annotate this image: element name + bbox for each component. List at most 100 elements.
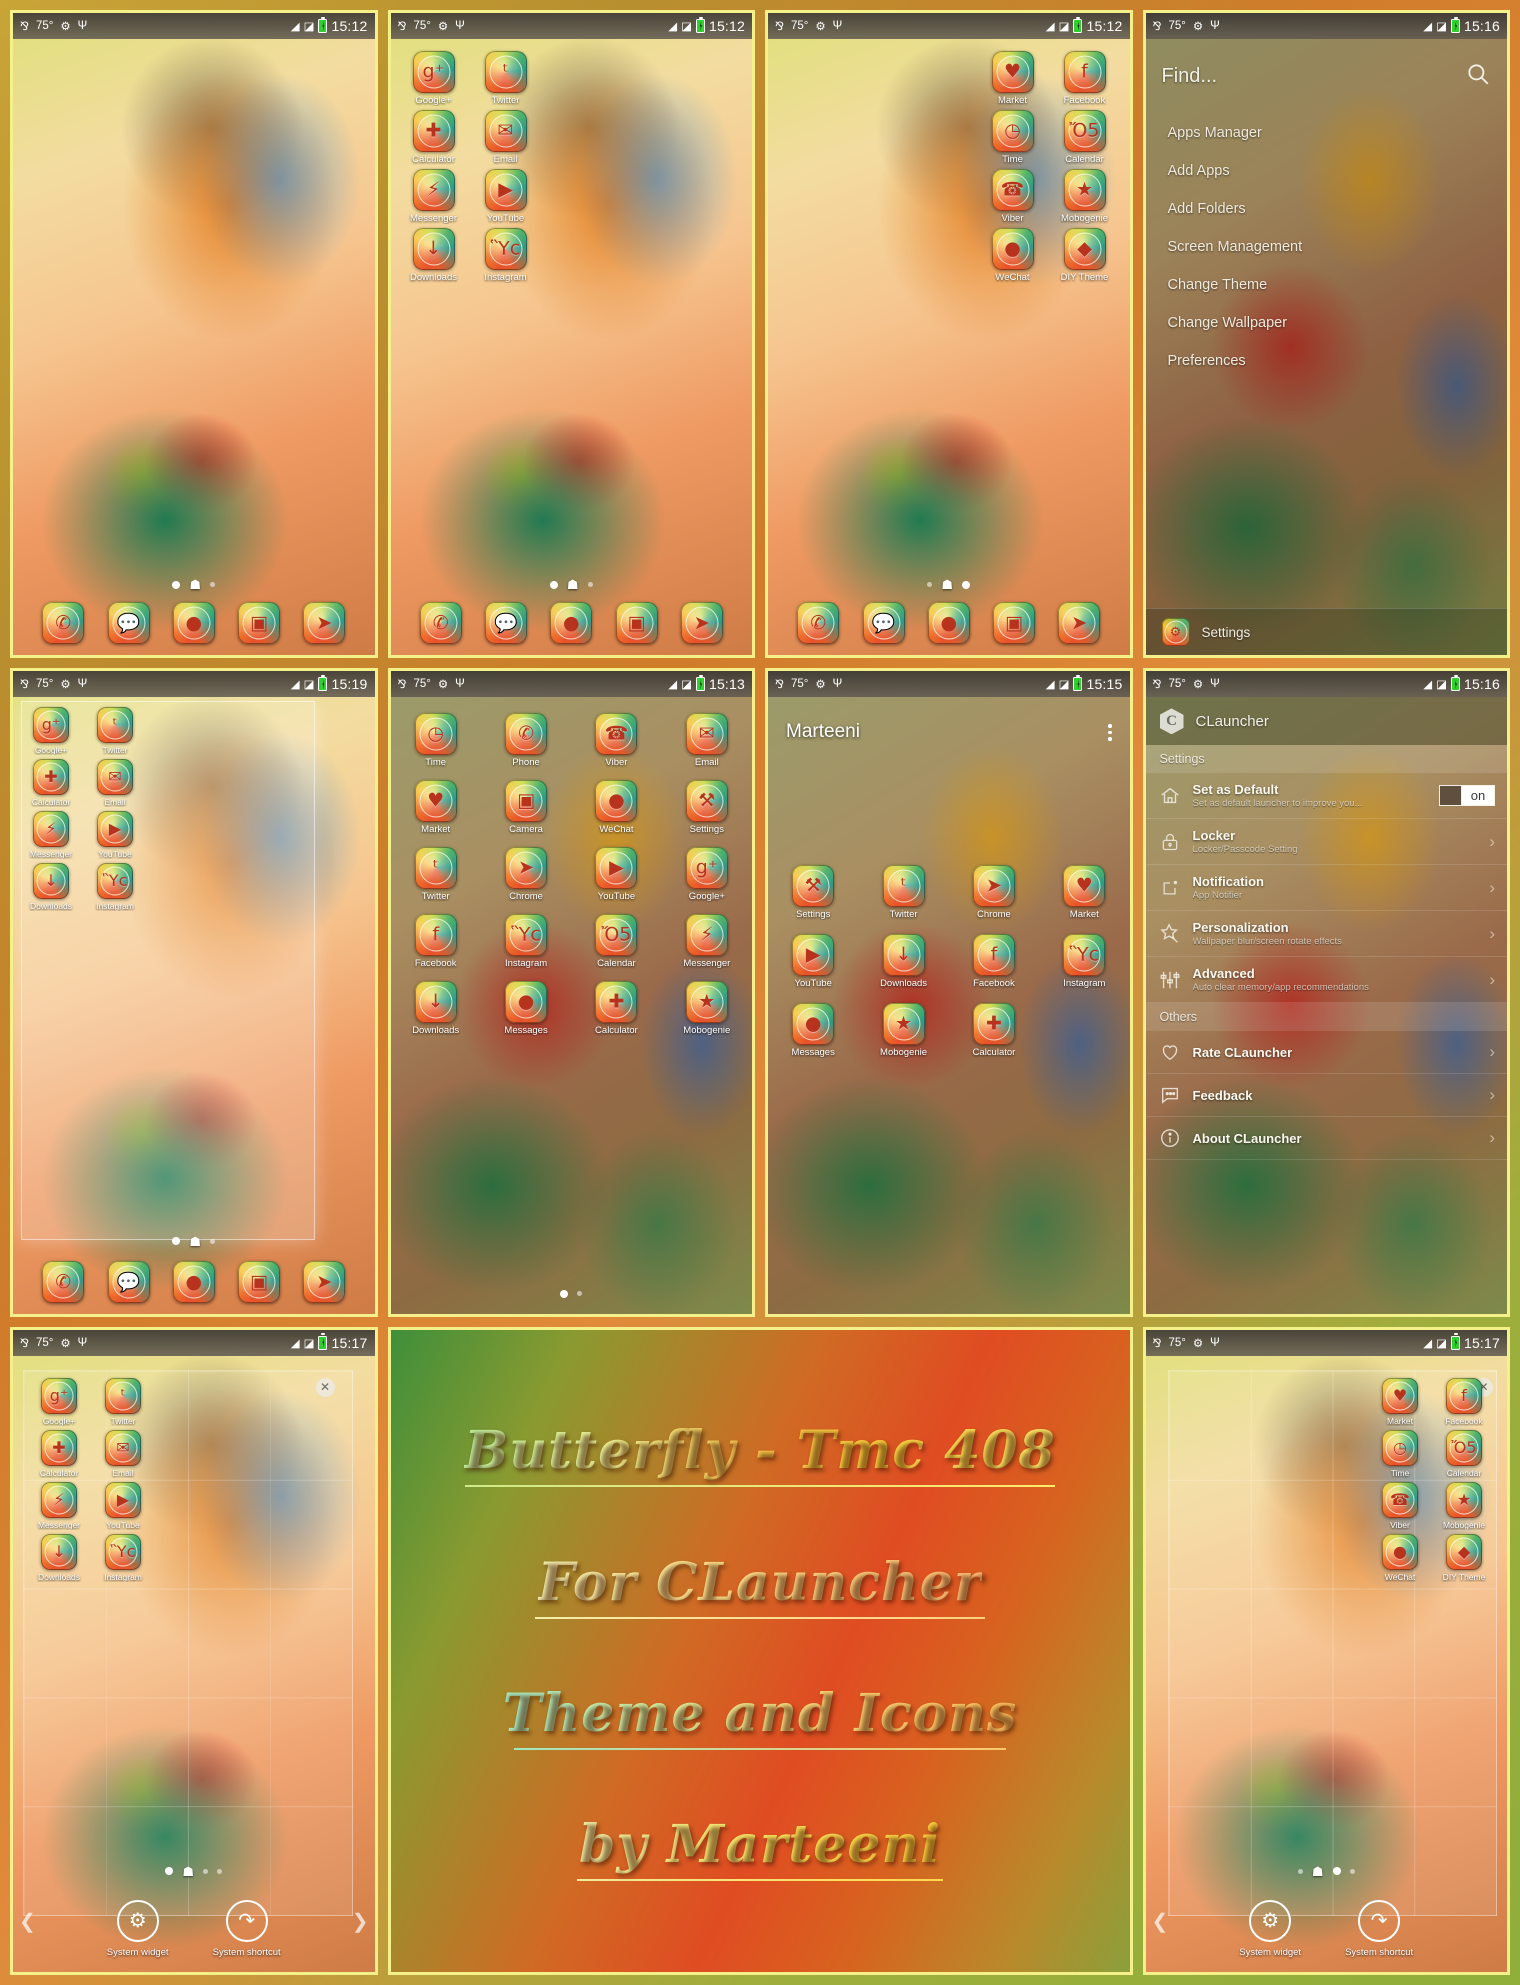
dock-icon-camera[interactable]: ▣ xyxy=(615,602,658,645)
widget-options-bar[interactable]: ⚙ System widget ↷ System shortcut xyxy=(13,1886,375,1972)
panel-folder[interactable]: ⅋ 75° ⚙ Ψ ◢ ◪ 15:15 Marteeni ⚒ Settings ᵗ T… xyxy=(765,668,1133,1317)
page-dot[interactable] xyxy=(165,1867,174,1876)
panel-widget-picker-right[interactable]: ⅋ 75° ⚙ Ψ ◢ ◪ 15:17 ✕ ♥ Market f Facebook ◷ T… xyxy=(1142,1326,1510,1975)
dock-icon-browser[interactable]: ● xyxy=(927,602,970,645)
app-icon-phone[interactable]: ✆ Phone xyxy=(495,713,557,768)
app-icon-email[interactable]: ✉ Email xyxy=(676,713,738,768)
dock-icon-messages[interactable]: 💬 xyxy=(485,602,527,645)
search-bar[interactable]: Find... xyxy=(1146,39,1508,108)
app-icon-calculator[interactable]: ✚ Calculator xyxy=(31,1429,87,1478)
app-icon-youtube[interactable]: ▶ YouTube xyxy=(782,934,844,989)
home-indicator-icon[interactable]: ☗ xyxy=(941,578,953,591)
page-dot[interactable] xyxy=(172,1237,181,1246)
option-system-widget[interactable]: ⚙ System widget xyxy=(107,1899,169,1958)
app-icon-twitter[interactable]: ᵗ Twitter xyxy=(95,1377,151,1426)
app-icon-mobogenie[interactable]: ★ Mobogenie xyxy=(676,981,738,1036)
panel-edit-grid[interactable]: ⅋ 75° ⚙ Ψ ◢ ◪ 15:19 g⁺ Google+ ᵗ Twitter ✚ Ca… xyxy=(10,668,378,1317)
page-dot[interactable] xyxy=(549,580,558,589)
home-screen-surface[interactable]: g⁺ Google+ ᵗ Twitter ✚ Calculator ✉ Email ⚡ Messe… xyxy=(13,697,375,1313)
app-icon-market[interactable]: ♥ Market xyxy=(1053,865,1115,920)
app-icon-youtube[interactable]: ▶ YouTube xyxy=(585,847,647,902)
app-icon-mobogenie[interactable]: ★ Mobogenie xyxy=(1054,169,1116,224)
dock-icon-browser[interactable]: ● xyxy=(550,602,593,645)
app-icon-instagram[interactable]: Ὓc Instagram xyxy=(95,1533,151,1582)
app-icon-calculator[interactable]: ✚ Calculator xyxy=(23,759,79,807)
dock-icon-compass[interactable]: ➤ xyxy=(303,1260,346,1303)
page-indicator[interactable]: ☗ xyxy=(13,1865,375,1878)
settings-row-notification[interactable]: Notification App Notifier › xyxy=(1145,865,1507,912)
home-indicator-icon[interactable]: ☗ xyxy=(567,578,579,591)
settings-row-advanced[interactable]: Advanced Auto clear memory/app recommenda… xyxy=(1145,957,1507,1004)
dock-icon-camera[interactable]: ▣ xyxy=(238,602,280,645)
app-icon-google[interactable]: g⁺ Google+ xyxy=(31,1377,87,1426)
panel-find-menu[interactable]: ⅋ 75° ⚙ Ψ ◢ ◪ 15:16 Find... Apps Manager… xyxy=(1142,10,1510,659)
menu-item-change-theme[interactable]: Change Theme xyxy=(1146,266,1508,304)
app-icon-calendar[interactable]: Ὄ5 Calendar xyxy=(1054,110,1116,165)
dock-icon-phone[interactable]: ✆ xyxy=(419,602,462,645)
app-icon-messages[interactable]: ● Messages xyxy=(495,981,557,1036)
page-dot[interactable] xyxy=(217,1868,223,1874)
page-dot[interactable] xyxy=(210,582,216,588)
app-icon-messages[interactable]: ● Messages xyxy=(782,1003,844,1058)
page-dot[interactable] xyxy=(587,582,593,588)
app-icon-google[interactable]: g⁺ Google+ xyxy=(23,707,79,755)
panel-app-drawer[interactable]: ⅋ 75° ⚙ Ψ ◢ ◪ 15:13 ◷ Time ✆ Phone ☎ Viber ✉ Em… xyxy=(387,668,755,1317)
menu-item-screen-management[interactable]: Screen Management xyxy=(1146,228,1508,266)
app-icon-downloads[interactable]: ↓ Downloads xyxy=(873,934,935,989)
app-icon-time[interactable]: ◷ Time xyxy=(1372,1429,1428,1478)
app-icon-facebook[interactable]: f Facebook xyxy=(1436,1377,1492,1426)
home-indicator-icon[interactable]: ☗ xyxy=(189,578,201,591)
page-dot[interactable] xyxy=(962,580,971,589)
widget-picker-surface[interactable]: ✕ ♥ Market f Facebook ◷ Time Ὄ5 Calendar ☎ Viber ★… xyxy=(1146,1356,1508,1972)
app-icon-diy-theme[interactable]: ◆ DIY Theme xyxy=(1436,1533,1492,1582)
page-indicator[interactable]: ☗ xyxy=(391,578,753,591)
app-icon-google[interactable]: g⁺ Google+ xyxy=(403,51,465,106)
app-icon-messenger[interactable]: ⚡ Messenger xyxy=(676,914,738,969)
settings-row-feedback[interactable]: Feedback › xyxy=(1145,1074,1507,1118)
app-icon-twitter[interactable]: ᵗ Twitter xyxy=(405,847,467,902)
option-system-shortcut[interactable]: ↷ System shortcut xyxy=(1345,1899,1413,1958)
app-icon-wechat[interactable]: ● WeChat xyxy=(1372,1533,1428,1582)
app-icon-messenger[interactable]: ⚡ Messenger xyxy=(31,1481,87,1530)
app-icon-email[interactable]: ✉ Email xyxy=(475,110,537,165)
app-icon-email[interactable]: ✉ Email xyxy=(95,1429,151,1478)
app-icon-facebook[interactable]: f Facebook xyxy=(1054,51,1116,106)
option-system-widget[interactable]: ⚙ System widget xyxy=(1239,1899,1301,1958)
dock-icon-browser[interactable]: ● xyxy=(172,1260,215,1303)
home-screen-surface[interactable]: ♥ Market f Facebook ◷ Time Ὄ5 Calendar ☎ Viber ★ Mo… xyxy=(768,39,1130,655)
settings-row-about-clauncher[interactable]: About CLauncher › xyxy=(1145,1117,1507,1161)
app-icon-downloads[interactable]: ↓ Downloads xyxy=(23,863,79,911)
page-dot[interactable] xyxy=(203,1868,209,1874)
app-icon-messenger[interactable]: ⚡ Messenger xyxy=(403,169,465,224)
folder-surface[interactable]: ⚒ Settings ᵗ Twitter ➤ Chrome ♥ Market ▶ YouTube ↓… xyxy=(768,697,1130,1313)
app-icon-camera[interactable]: ▣ Camera xyxy=(495,780,557,835)
search-input[interactable]: Find... xyxy=(1162,65,1218,88)
app-icon-market[interactable]: ♥ Market xyxy=(1372,1377,1428,1426)
folder-name[interactable]: Marteeni xyxy=(786,721,860,743)
menu-item-preferences[interactable]: Preferences xyxy=(1146,342,1508,380)
app-icon-calculator[interactable]: ✚ Calculator xyxy=(963,1003,1025,1058)
app-icon-mobogenie[interactable]: ★ Mobogenie xyxy=(873,1003,935,1058)
page-dot[interactable] xyxy=(927,582,933,588)
app-icon-downloads[interactable]: ↓ Downloads xyxy=(403,228,465,283)
page-indicator[interactable]: ☗ xyxy=(13,578,375,591)
app-icon-email[interactable]: ✉ Email xyxy=(87,759,143,807)
app-icon-time[interactable]: ◷ Time xyxy=(405,713,467,768)
toggle-set-as-default[interactable]: on xyxy=(1439,785,1495,807)
page-dot[interactable] xyxy=(172,580,181,589)
app-icon-google[interactable]: g⁺ Google+ xyxy=(676,847,738,902)
dock-icon-camera[interactable]: ▣ xyxy=(993,602,1035,645)
dock-icon-browser[interactable]: ● xyxy=(172,602,215,645)
app-icon-calendar[interactable]: Ὄ5 Calendar xyxy=(585,914,647,969)
close-icon[interactable]: ✕ xyxy=(315,1377,335,1397)
kebab-menu-icon[interactable] xyxy=(1108,724,1112,741)
home-screen-surface[interactable]: g⁺ Google+ ᵗ Twitter ✚ Calculator ✉ Email ⚡ Messe… xyxy=(391,39,753,655)
app-icon-time[interactable]: ◷ Time xyxy=(982,110,1044,165)
home-indicator-icon[interactable]: ☗ xyxy=(182,1865,194,1878)
settings-row-set-as-default[interactable]: Set as Default Set as default launcher to… xyxy=(1145,773,1507,820)
menu-item-settings[interactable]: ⚙ Settings xyxy=(1145,608,1507,656)
app-icon-viber[interactable]: ☎ Viber xyxy=(982,169,1044,224)
app-icon-instagram[interactable]: Ὓc Instagram xyxy=(1053,934,1115,989)
app-icon-twitter[interactable]: ᵗ Twitter xyxy=(475,51,537,106)
dock-icon-camera[interactable]: ▣ xyxy=(238,1260,280,1303)
